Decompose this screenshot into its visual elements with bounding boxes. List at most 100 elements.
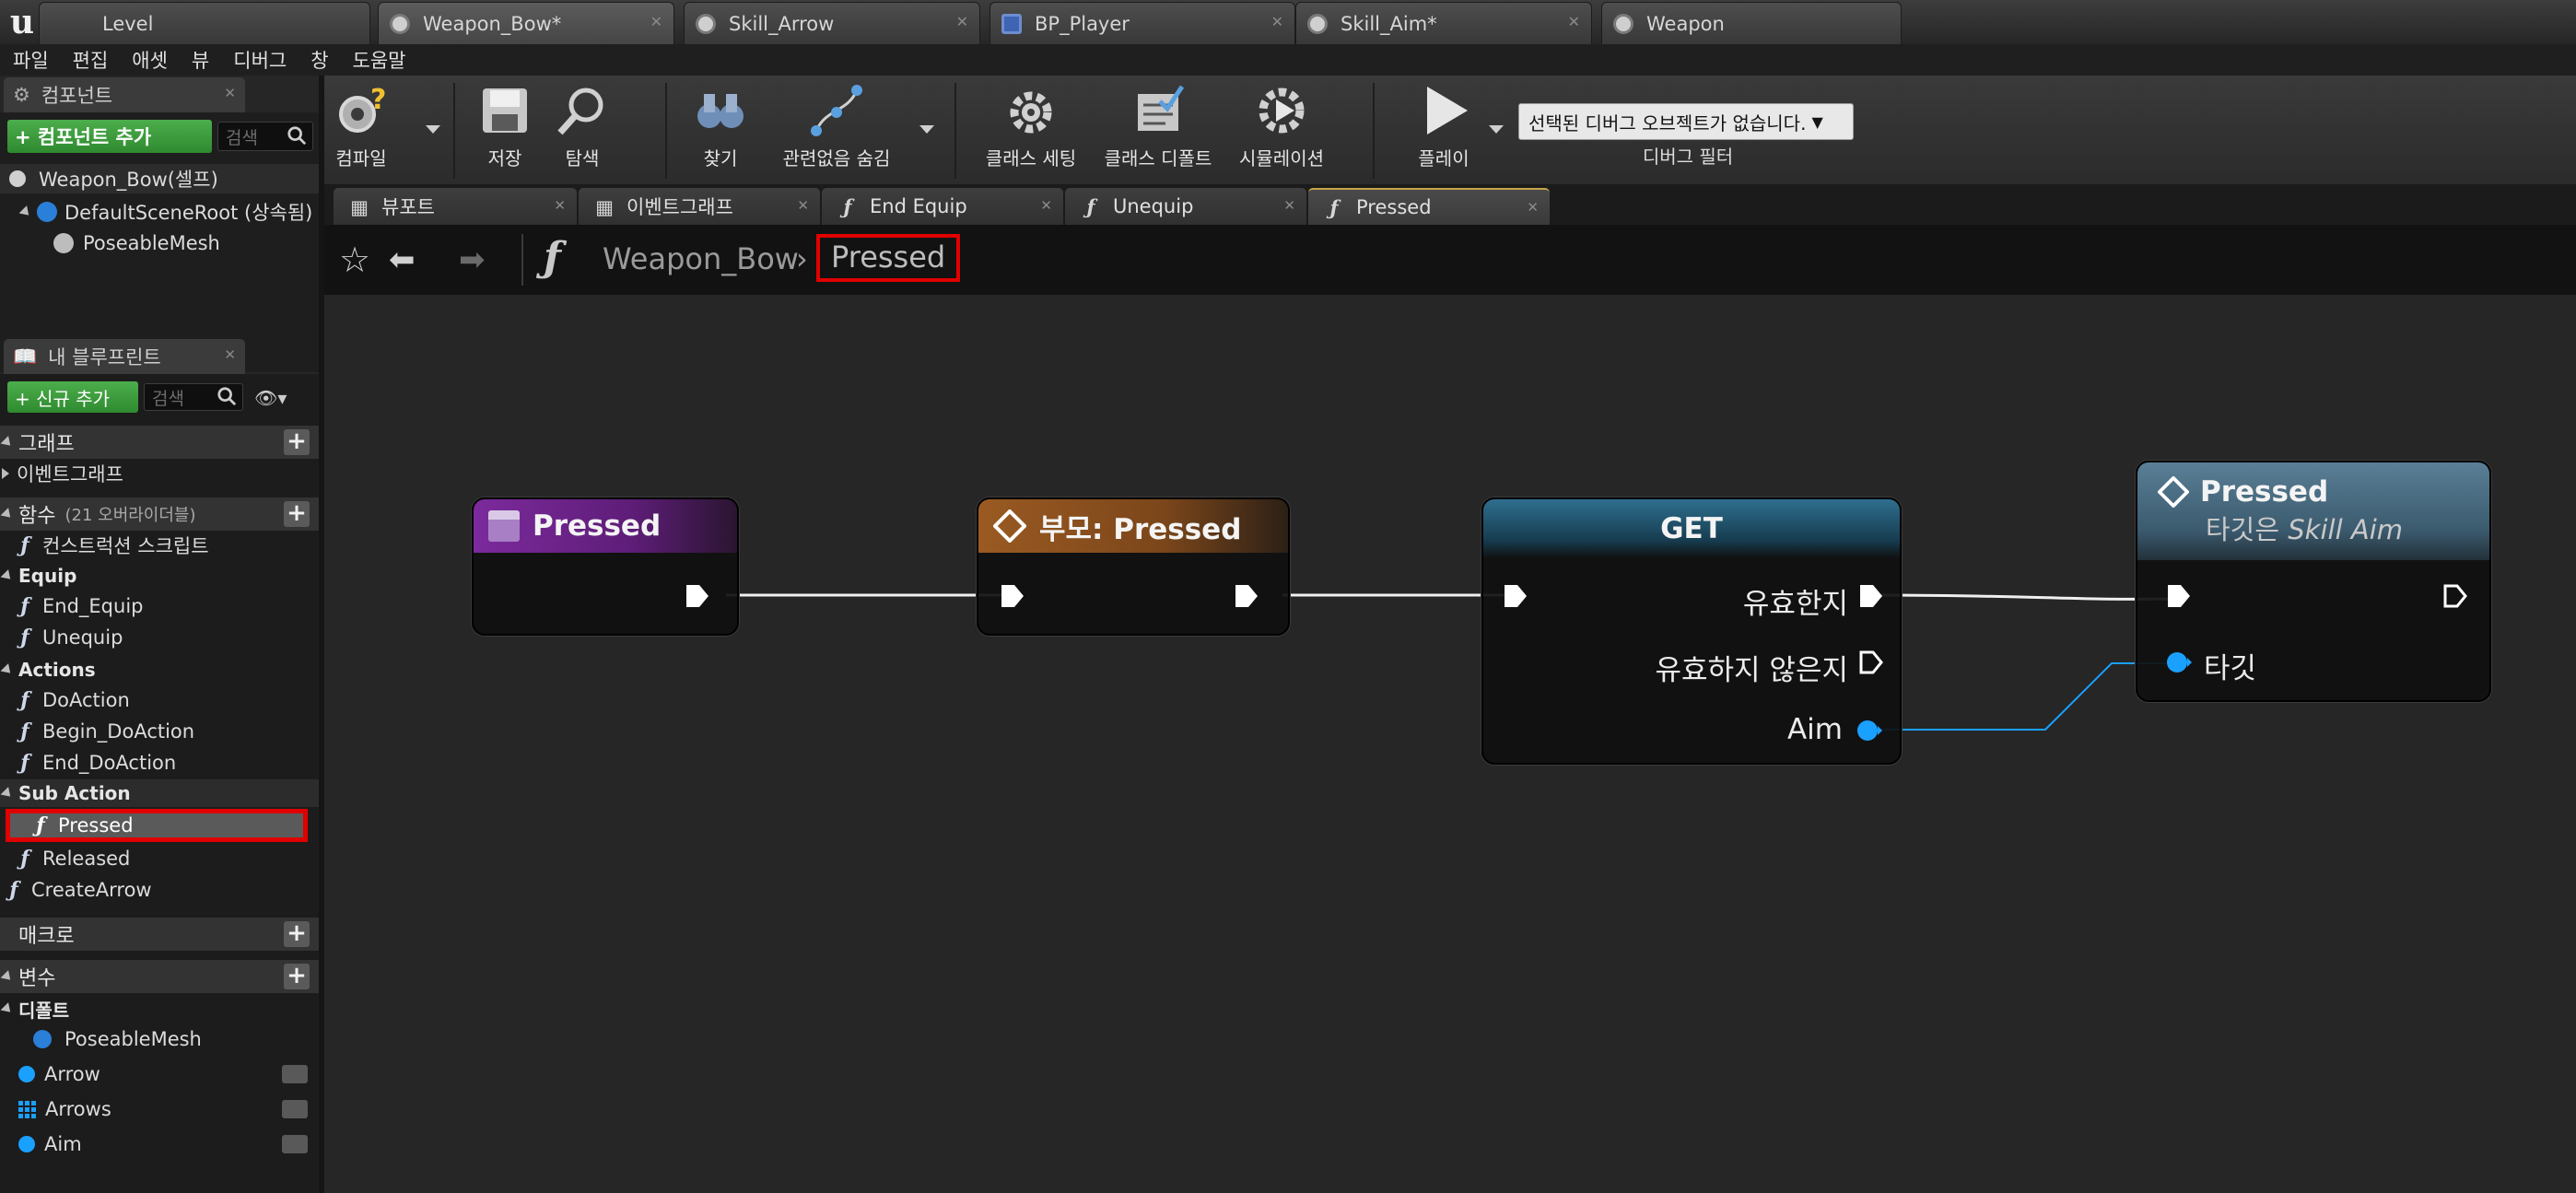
exec-in-pin-icon[interactable] xyxy=(2165,582,2193,610)
exec-out-pin-icon[interactable] xyxy=(684,582,711,610)
eye-icon[interactable]: 👁▾ xyxy=(254,387,300,409)
expand-arrow-icon[interactable] xyxy=(0,507,15,521)
components-search-input[interactable]: 검색 xyxy=(217,122,313,151)
collapse-arrow-icon[interactable] xyxy=(2,468,9,479)
function-item-doaction[interactable]: ƒ DoAction xyxy=(0,685,319,715)
expand-arrow-icon[interactable] xyxy=(18,205,33,219)
expand-arrow-icon[interactable] xyxy=(0,786,15,801)
function-item-pressed-selected[interactable]: ƒ Pressed xyxy=(6,809,308,842)
browse-button[interactable]: 탐색 xyxy=(549,81,615,181)
tab-pressed[interactable]: ƒ Pressed ✕ xyxy=(1308,188,1550,225)
call-pressed-node[interactable]: Pressed 타깃은 Skill Aim 타깃 xyxy=(2136,461,2491,702)
compile-button[interactable]: ? 컴파일 xyxy=(328,81,394,181)
tab-unequip[interactable]: ƒ Unequip ✕ xyxy=(1065,188,1306,225)
doc-tab-skill-aim[interactable]: Skill_Aim* ✕ xyxy=(1295,2,1592,44)
group-sub-action[interactable]: Sub Action xyxy=(0,779,319,807)
close-icon[interactable]: ✕ xyxy=(1527,199,1539,216)
find-button[interactable]: 찾기 xyxy=(687,81,754,181)
close-icon[interactable]: ✕ xyxy=(1568,13,1580,30)
menu-file[interactable]: 파일 xyxy=(13,46,49,74)
hide-unrelated-button[interactable]: 관련없음 숨김 xyxy=(772,81,901,181)
close-icon[interactable]: ✕ xyxy=(1283,197,1295,214)
variables-category[interactable]: 변수 + xyxy=(0,960,319,993)
tab-event-graph[interactable]: ▦ 이벤트그래프 ✕ xyxy=(579,188,820,225)
group-equip[interactable]: Equip xyxy=(0,562,319,590)
object-pin-icon[interactable] xyxy=(1856,717,1883,744)
variable-item-arrow[interactable]: Arrow xyxy=(0,1059,319,1089)
tab-viewport[interactable]: ▦ 뷰포트 ✕ xyxy=(334,188,577,225)
unreal-logo-icon[interactable]: u xyxy=(4,2,41,42)
compile-options-arrow-icon[interactable] xyxy=(426,125,440,134)
exec-in-pin-icon[interactable] xyxy=(1502,582,1529,610)
close-icon[interactable]: ✕ xyxy=(797,197,809,214)
doc-tab-weapon-bow[interactable]: Weapon_Bow* ✕ xyxy=(378,2,674,44)
entry-node-pressed[interactable]: Pressed xyxy=(472,497,739,636)
expand-arrow-icon[interactable] xyxy=(0,568,15,583)
group-actions[interactable]: Actions xyxy=(0,656,319,684)
close-icon[interactable]: ✕ xyxy=(224,346,236,363)
menu-help[interactable]: 도움말 xyxy=(353,46,406,74)
function-item-begin-doaction[interactable]: ƒ Begin_DoAction xyxy=(0,717,319,746)
parent-call-node[interactable]: 부모: Pressed xyxy=(977,497,1290,636)
exec-out-pin-empty-icon[interactable] xyxy=(1857,649,1885,676)
menu-asset[interactable]: 애셋 xyxy=(132,46,168,74)
exec-in-pin-icon[interactable] xyxy=(999,582,1026,610)
function-item-end-doaction[interactable]: ƒ End_DoAction xyxy=(0,748,319,778)
group-default[interactable]: 디폴트 xyxy=(0,995,319,1023)
forward-arrow-icon[interactable]: ➡ xyxy=(459,241,486,278)
expand-arrow-icon[interactable] xyxy=(0,1001,15,1016)
macros-category[interactable]: 매크로 + xyxy=(0,918,319,951)
simulation-button[interactable]: 시뮬레이션 xyxy=(1231,81,1332,181)
close-icon[interactable]: ✕ xyxy=(554,197,566,214)
function-item-released[interactable]: ƒ Released xyxy=(0,844,319,873)
close-icon[interactable]: ✕ xyxy=(956,13,968,30)
add-variable-button[interactable]: + xyxy=(284,964,310,989)
close-icon[interactable]: ✕ xyxy=(224,85,236,101)
save-button[interactable]: 저장 xyxy=(472,81,538,181)
hide-unrelated-options-arrow-icon[interactable] xyxy=(919,125,934,134)
doc-tab-bp-player[interactable]: BP_Player ✕ xyxy=(989,2,1295,44)
event-graph-item[interactable]: 이벤트그래프 xyxy=(0,459,319,488)
function-item-end-equip[interactable]: ƒ End_Equip xyxy=(0,591,319,621)
expand-arrow-icon[interactable] xyxy=(0,435,15,450)
visibility-eye-icon[interactable] xyxy=(282,1100,308,1118)
play-options-arrow-icon[interactable] xyxy=(1489,125,1504,134)
breadcrumb-parent[interactable]: Weapon_Bow xyxy=(603,241,799,276)
menu-view[interactable]: 뷰 xyxy=(192,46,209,74)
exec-out-pin-empty-icon[interactable] xyxy=(2441,582,2469,610)
visibility-eye-icon[interactable] xyxy=(282,1065,308,1083)
construction-script-item[interactable]: ƒ 컨스트럭션 스크립트 xyxy=(0,531,319,560)
my-blueprint-panel-tab[interactable]: 📖 내 블루프린트 ✕ xyxy=(4,339,245,374)
exec-out-pin-icon[interactable] xyxy=(1857,582,1885,610)
add-component-button[interactable]: + 컴포넌트 추가 xyxy=(7,120,212,153)
close-icon[interactable]: ✕ xyxy=(650,13,662,30)
expand-arrow-icon[interactable] xyxy=(0,662,15,677)
graph-canvas[interactable]: Pressed 부모: Pressed GET 유효한지 유효하지 않은지 Ai… xyxy=(324,295,2576,1193)
play-button[interactable]: 플레이 xyxy=(1393,81,1494,181)
class-settings-button[interactable]: 클래스 세팅 xyxy=(980,81,1082,181)
menu-edit[interactable]: 편집 xyxy=(73,46,109,74)
function-item-unequip[interactable]: ƒ Unequip xyxy=(0,623,319,652)
back-arrow-icon[interactable]: ⬅ xyxy=(389,241,416,278)
components-panel-tab[interactable]: ⚙ 컴포넌트 ✕ xyxy=(4,77,245,112)
add-macro-button[interactable]: + xyxy=(284,921,310,947)
functions-category[interactable]: 함수 (21 오버라이더블) + xyxy=(0,497,319,531)
close-icon[interactable]: ✕ xyxy=(1040,197,1052,214)
add-graph-button[interactable]: + xyxy=(284,429,310,455)
class-defaults-button[interactable]: 클래스 디폴트 xyxy=(1098,81,1218,181)
variable-item-poseablemesh[interactable]: PoseableMesh xyxy=(0,1024,319,1054)
menu-debug[interactable]: 디버그 xyxy=(233,46,287,74)
component-self-item[interactable]: Weapon_Bow(셀프) xyxy=(0,164,319,193)
my-blueprint-search-input[interactable]: 검색 xyxy=(144,383,243,411)
variable-item-aim[interactable]: Aim xyxy=(0,1129,319,1159)
add-new-button[interactable]: + 신규 추가 xyxy=(7,381,138,413)
menu-window[interactable]: 창 xyxy=(310,46,328,74)
get-validated-node[interactable]: GET 유효한지 유효하지 않은지 Aim xyxy=(1481,497,1902,765)
close-icon[interactable]: ✕ xyxy=(1271,13,1283,30)
visibility-eye-icon[interactable] xyxy=(282,1135,308,1153)
target-pin-icon[interactable] xyxy=(2165,649,2193,676)
doc-tab-weapon[interactable]: Weapon xyxy=(1601,2,1902,44)
doc-tab-skill-arrow[interactable]: Skill_Arrow ✕ xyxy=(684,2,980,44)
expand-arrow-icon[interactable] xyxy=(0,969,15,984)
component-child-item[interactable]: PoseableMesh xyxy=(0,228,319,258)
